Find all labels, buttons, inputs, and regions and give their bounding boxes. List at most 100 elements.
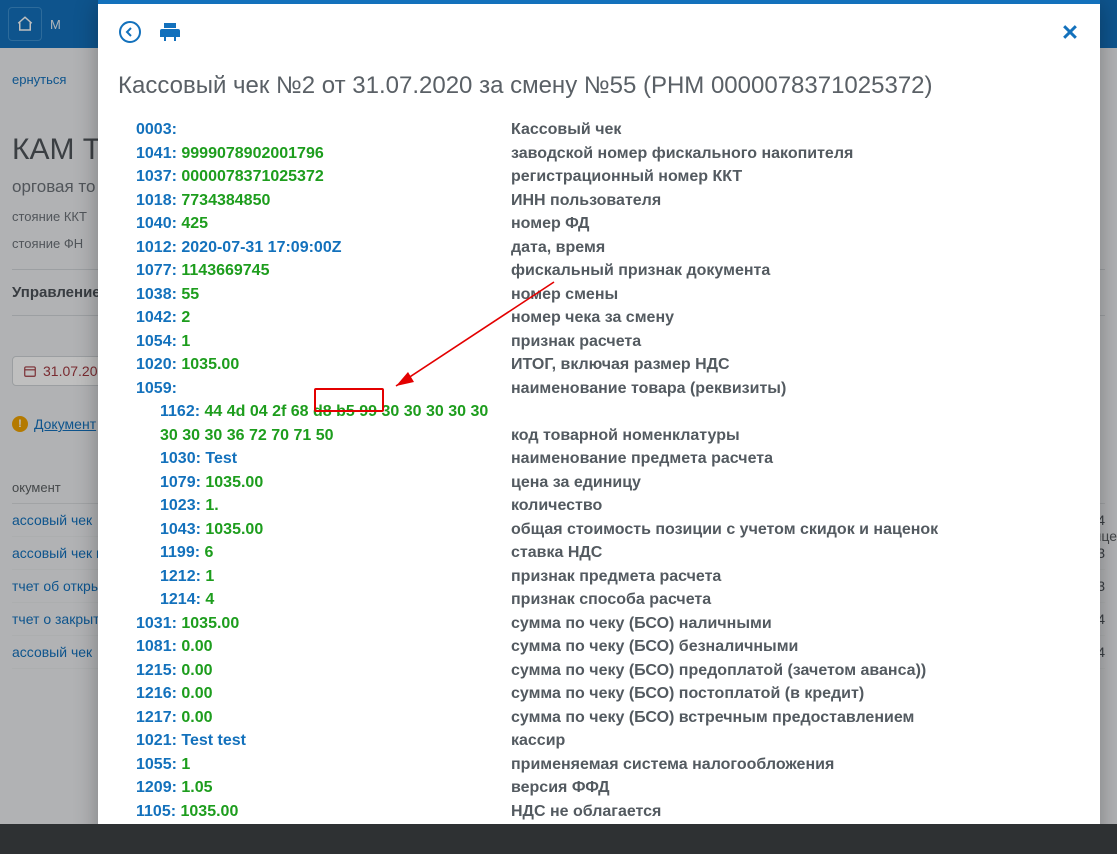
tag-code: 1054:	[136, 333, 177, 350]
tag-description: Кассовый чек	[511, 118, 1080, 142]
tag-code: 1020:	[136, 356, 177, 373]
tag-value: 9999078902001796	[181, 145, 323, 162]
tag-value: 0.00	[181, 709, 212, 726]
tag-code: 1023:	[160, 497, 201, 514]
printer-icon	[158, 20, 182, 44]
tag-code: 1041:	[136, 145, 177, 162]
receipt-row: 1031: 1035.00сумма по чеку (БСО) наличны…	[118, 612, 1080, 636]
receipt-row: 1199: 6 ставка НДС	[118, 541, 1080, 565]
receipt-row: 1043: 1035.00 общая стоимость позиции с у…	[118, 518, 1080, 542]
receipt-row: 1162: 44 4d 04 2f 68 d8 b5 99 30 30 30 3…	[118, 400, 1080, 424]
tag-description: сумма по чеку (БСО) безналичными	[511, 635, 1080, 659]
annotation-highlight-box	[314, 388, 384, 412]
receipt-row: 1105: 1035.00НДС не облагается	[118, 800, 1080, 824]
warning-link[interactable]: Документ	[34, 416, 96, 432]
receipt-row: 1023: 1.количество	[118, 494, 1080, 518]
tag-description: наименование товара (реквизиты)	[511, 377, 1080, 401]
tag-description: заводской номер фискального накопителя	[511, 142, 1080, 166]
receipt-row: 1030: Testнаименование предмета расчета	[118, 447, 1080, 471]
receipt-row: 1054: 1признак расчета	[118, 330, 1080, 354]
tag-code: 1216:	[136, 685, 177, 702]
tag-value: 55	[181, 286, 199, 303]
tag-value: Test	[205, 450, 237, 467]
receipt-row: 1212: 1признак предмета расчета	[118, 565, 1080, 589]
tag-value: 1035.00	[181, 803, 239, 820]
date-value: 31.07.202	[43, 363, 105, 379]
tag-value: 1	[181, 756, 190, 773]
receipt-row: 1215: 0.00сумма по чеку (БСО) предоплато…	[118, 659, 1080, 683]
tag-description: количество	[511, 494, 1080, 518]
tag-code: 1077:	[136, 262, 177, 279]
tag-value: 1035.00	[205, 521, 263, 538]
tag-description: ставка НДС	[511, 541, 1080, 565]
close-button[interactable]	[1060, 22, 1080, 42]
modal-toolbar	[118, 14, 1080, 50]
tag-description: версия ФФД	[511, 776, 1080, 800]
tag-code: 1105:	[136, 803, 176, 820]
tag-description: номер смены	[511, 283, 1080, 307]
tag-description	[511, 400, 1080, 424]
receipt-row: 1037: 0000078371025372регистрационный но…	[118, 165, 1080, 189]
topbar-crumb: М	[50, 17, 61, 32]
tag-code: 1055:	[136, 756, 177, 773]
tag-value: 7734384850	[181, 192, 270, 209]
tag-code: 1042:	[136, 309, 177, 326]
tag-value: 4	[205, 591, 214, 608]
receipt-row: 1021: Test testкассир	[118, 729, 1080, 753]
row-label: тчет о закрыт	[12, 611, 100, 627]
tag-description: сумма по чеку (БСО) встречным предоставл…	[511, 706, 1080, 730]
tag-code: 1012:	[136, 239, 177, 256]
receipt-row: 1059:наименование товара (реквизиты)	[118, 377, 1080, 401]
tag-value: 30 30 30 36 72 70 71 50	[160, 427, 334, 444]
receipt-row: 1209: 1.05версия ФФД	[118, 776, 1080, 800]
back-button[interactable]	[118, 20, 142, 44]
calendar-icon	[23, 364, 37, 378]
receipt-row: 1042: 2 номер чека за смену	[118, 306, 1080, 330]
tag-value: 0.00	[181, 638, 212, 655]
tag-description: фискальный признак документа	[511, 259, 1080, 283]
tag-description: признак способа расчета	[511, 588, 1080, 612]
receipt-row: 1077: 1143669745фискальный признак докум…	[118, 259, 1080, 283]
tag-description: ИНН пользователя	[511, 189, 1080, 213]
tag-code: 1030:	[160, 450, 201, 467]
tag-description: номер ФД	[511, 212, 1080, 236]
warning-icon: !	[12, 416, 28, 432]
print-button[interactable]	[158, 20, 182, 44]
tag-code: 1081:	[136, 638, 177, 655]
tag-description: сумма по чеку (БСО) постоплатой (в креди…	[511, 682, 1080, 706]
row-label: ассовый чек	[12, 644, 92, 660]
receipt-row: 1216: 0.00 сумма по чеку (БСО) постоплато…	[118, 682, 1080, 706]
home-button[interactable]	[8, 7, 42, 41]
tag-description: кассир	[511, 729, 1080, 753]
tag-code: 1040:	[136, 215, 177, 232]
tag-code: 1199:	[160, 544, 200, 561]
receipt-row: 1214: 4признак способа расчета	[118, 588, 1080, 612]
tag-value: 1	[181, 333, 190, 350]
receipt-row: 1055: 1применяемая система налогообложен…	[118, 753, 1080, 777]
tag-description: общая стоимость позиции с учетом скидок …	[511, 518, 1080, 542]
home-icon	[16, 15, 34, 33]
tag-description: дата, время	[511, 236, 1080, 260]
tag-description: код товарной номенклатуры	[511, 424, 1080, 448]
tag-value: 1035.00	[181, 615, 239, 632]
tag-description: ИТОГ, включая размер НДС	[511, 353, 1080, 377]
tag-value: 1035.00	[181, 356, 239, 373]
close-icon	[1060, 22, 1080, 42]
tag-code: 1217:	[136, 709, 177, 726]
tag-description: номер чека за смену	[511, 306, 1080, 330]
receipt-row: 1038: 55 номер смены	[118, 283, 1080, 307]
receipt-row: 1040: 425 номер ФД	[118, 212, 1080, 236]
tag-code: 1212:	[160, 568, 201, 585]
tag-code: 1079:	[160, 474, 201, 491]
tag-value: 6	[205, 544, 214, 561]
tag-value: 0.00	[181, 685, 212, 702]
tag-value: 2020-07-31 17:09:00Z	[181, 239, 341, 256]
tag-value: 425	[181, 215, 208, 232]
tag-code: 1043:	[160, 521, 201, 538]
tag-value: 2	[181, 309, 190, 326]
tag-code: 1031:	[136, 615, 177, 632]
tag-code: 1038:	[136, 286, 177, 303]
tag-value: 1035.00	[205, 474, 263, 491]
tag-value: 1.05	[181, 779, 212, 796]
receipt-row: 1217: 0.00 сумма по чеку (БСО) встречным …	[118, 706, 1080, 730]
